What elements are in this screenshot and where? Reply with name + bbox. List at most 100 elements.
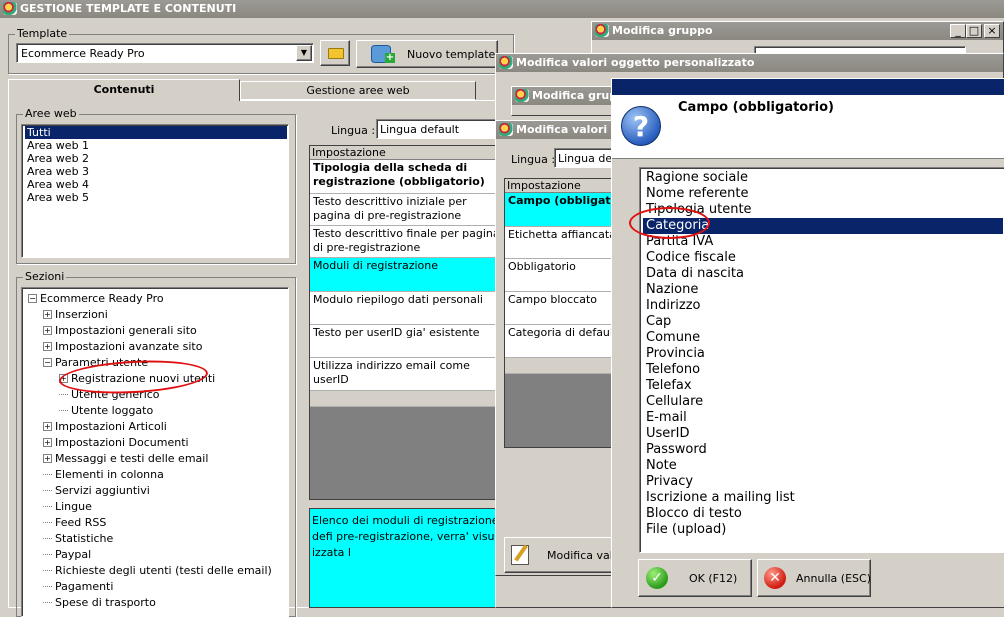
tree-item-label: Elementi in colonna <box>55 468 164 481</box>
expand-icon[interactable]: + <box>43 422 52 431</box>
tree-item[interactable]: Richieste degli utenti (testi delle emai… <box>43 564 272 577</box>
chevron-down-icon[interactable]: ▼ <box>296 45 312 61</box>
checkmark-icon: ✓ <box>646 567 668 589</box>
expand-icon[interactable]: + <box>43 326 52 335</box>
inner-grid[interactable]: Impostazione Campo (obbligat Etichetta a… <box>504 178 620 448</box>
campo-option[interactable]: Iscrizione a mailing list <box>643 490 1003 506</box>
tree-item[interactable]: + Impostazioni generali sito <box>43 324 197 337</box>
grid-row[interactable]: Tipologia della scheda di registrazione … <box>310 160 508 194</box>
lingua-select[interactable]: Lingua default <box>376 119 506 139</box>
campo-option[interactable]: Cellulare <box>643 394 1003 410</box>
tree-item[interactable]: Statistiche <box>43 532 113 545</box>
expand-icon[interactable]: + <box>43 342 52 351</box>
description-box: Elenco dei moduli di registrazione defi … <box>309 508 509 608</box>
modifica-valori-inner-title-bar[interactable]: Modifica valori og <box>496 121 619 139</box>
campo-option[interactable]: Nome referente <box>643 186 1003 202</box>
collapse-icon[interactable]: − <box>43 358 52 367</box>
campo-option[interactable]: Indirizzo <box>643 298 1003 314</box>
modifica-gruppo-inner-window: Modifica grupp <box>511 86 621 116</box>
campo-option[interactable]: Cap <box>643 314 1003 330</box>
modifica-valori-title-bar[interactable]: Modifica valori oggetto personalizzato <box>496 54 1003 72</box>
template-select[interactable]: Ecommerce Ready Pro ▼ <box>16 43 314 63</box>
campo-option[interactable]: E-mail <box>643 410 1003 426</box>
grid-row[interactable]: Campo bloccato <box>505 292 619 325</box>
grid-row[interactable]: Testo descrittivo iniziale per pagina di… <box>310 194 508 226</box>
campo-option[interactable]: Blocco di testo <box>643 506 1003 522</box>
aree-web-item[interactable]: Tutti <box>25 126 287 139</box>
question-icon: ? <box>621 106 661 146</box>
campo-option[interactable]: Data di nascita <box>643 266 1003 282</box>
campo-option[interactable]: Comune <box>643 330 1003 346</box>
tree-item[interactable]: Lingue <box>43 500 92 513</box>
tree-item[interactable]: Utente loggato <box>59 404 153 417</box>
modifica-gruppo-title-bar[interactable]: Modifica gruppo <box>592 22 1003 40</box>
modifica-gruppo-inner-title-bar[interactable]: Modifica grupp <box>512 87 620 105</box>
aree-web-item[interactable]: Area web 1 <box>25 139 287 152</box>
tree-item[interactable]: + Impostazioni Documenti <box>43 436 189 449</box>
campo-option[interactable]: Telefax <box>643 378 1003 394</box>
aree-web-list[interactable]: Tutti Area web 1 Area web 2 Area web 3 Area … <box>21 124 289 258</box>
annulla-button[interactable]: ✕ Annulla (ESC) <box>757 559 871 597</box>
tree-item[interactable]: Spese di trasporto <box>43 596 156 609</box>
campo-option[interactable]: Password <box>643 442 1003 458</box>
tree-item[interactable]: + Inserzioni <box>43 308 108 321</box>
app-icon <box>595 24 609 37</box>
campo-option[interactable]: Telefono <box>643 362 1003 378</box>
aree-web-item[interactable]: Area web 2 <box>25 152 287 165</box>
campo-option[interactable]: File (upload) <box>643 522 1003 538</box>
aree-web-item[interactable]: Area web 5 <box>25 191 287 204</box>
app-icon <box>515 89 529 102</box>
tree-item[interactable]: + Messaggi e testi delle email <box>43 452 208 465</box>
aree-web-item[interactable]: Area web 4 <box>25 178 287 191</box>
tree-item[interactable]: Feed RSS <box>43 516 106 529</box>
aree-web-item[interactable]: Area web 3 <box>25 165 287 178</box>
campo-option[interactable]: Note <box>643 458 1003 474</box>
maximize-button[interactable]: □ <box>966 24 982 38</box>
tab-contenuti[interactable]: Contenuti <box>8 79 240 101</box>
grid-row[interactable]: Testo per userID gia' esistente <box>310 325 508 358</box>
highlight-ellipse-categoria <box>629 207 710 239</box>
campo-option[interactable]: Partita IVA <box>643 234 1003 250</box>
grid-row[interactable]: Etichetta affiancata al <box>505 227 619 259</box>
campo-option[interactable]: Codice fiscale <box>643 250 1003 266</box>
campo-dialog: ? Campo (obbligatorio) Ragione sociale No… <box>611 78 1004 608</box>
expand-icon[interactable]: + <box>43 454 52 463</box>
expand-icon[interactable]: + <box>43 310 52 319</box>
grid-row <box>505 358 619 374</box>
close-button[interactable]: × <box>984 24 1000 38</box>
campo-option[interactable]: Provincia <box>643 346 1003 362</box>
ok-button[interactable]: ✓ OK (F12) <box>638 559 752 597</box>
tree-item[interactable]: Paypal <box>43 548 91 561</box>
tree-item[interactable]: + Impostazioni avanzate sito <box>43 340 202 353</box>
grid-row[interactable]: Utilizza indirizzo email come userID <box>310 358 508 391</box>
campo-option[interactable]: Nazione <box>643 282 1003 298</box>
grid-row[interactable]: Obbligatorio <box>505 259 619 292</box>
campo-title-strip <box>612 79 1004 95</box>
grid-row[interactable]: Categoria di default <box>505 325 619 358</box>
nuovo-template-label: Nuovo template <box>407 48 496 61</box>
tree-item[interactable]: Servizi aggiuntivi <box>43 484 150 497</box>
modifica-valori-button[interactable]: Modifica valo <box>504 537 620 573</box>
impostazioni-grid[interactable]: Impostazione Tipologia della scheda di r… <box>309 145 509 500</box>
nuovo-template-button[interactable]: + Nuovo template <box>356 40 498 68</box>
plus-icon: + <box>385 52 395 63</box>
grid-row[interactable]: Modulo riepilogo dati personali <box>310 292 508 325</box>
tab-gestione-aree-web[interactable]: Gestione aree web <box>240 81 476 100</box>
collapse-icon[interactable]: − <box>28 294 37 303</box>
expand-icon[interactable]: + <box>43 438 52 447</box>
open-folder-button[interactable] <box>320 40 350 66</box>
campo-option[interactable]: UserID <box>643 426 1003 442</box>
tree-item[interactable]: + Impostazioni Articoli <box>43 420 167 433</box>
tree-item[interactable]: − Ecommerce Ready Pro <box>28 292 164 305</box>
tree-item[interactable]: Pagamenti <box>43 580 113 593</box>
tree-item[interactable]: Elementi in colonna <box>43 468 164 481</box>
main-title: GESTIONE TEMPLATE E CONTENUTI <box>20 2 237 15</box>
sezioni-tree[interactable]: − Ecommerce Ready Pro + Inserzioni + Impostaz… <box>21 287 289 617</box>
grid-row[interactable]: Campo (obbligat <box>505 193 619 227</box>
campo-option[interactable]: Privacy <box>643 474 1003 490</box>
grid-row[interactable]: Moduli di registrazione <box>310 258 508 292</box>
main-title-bar[interactable]: GESTIONE TEMPLATE E CONTENUTI <box>0 0 1004 18</box>
minimize-button[interactable]: _ <box>950 24 966 38</box>
grid-row[interactable]: Testo descrittivo finale per pagina di p… <box>310 226 508 258</box>
campo-option[interactable]: Ragione sociale <box>643 170 1003 186</box>
